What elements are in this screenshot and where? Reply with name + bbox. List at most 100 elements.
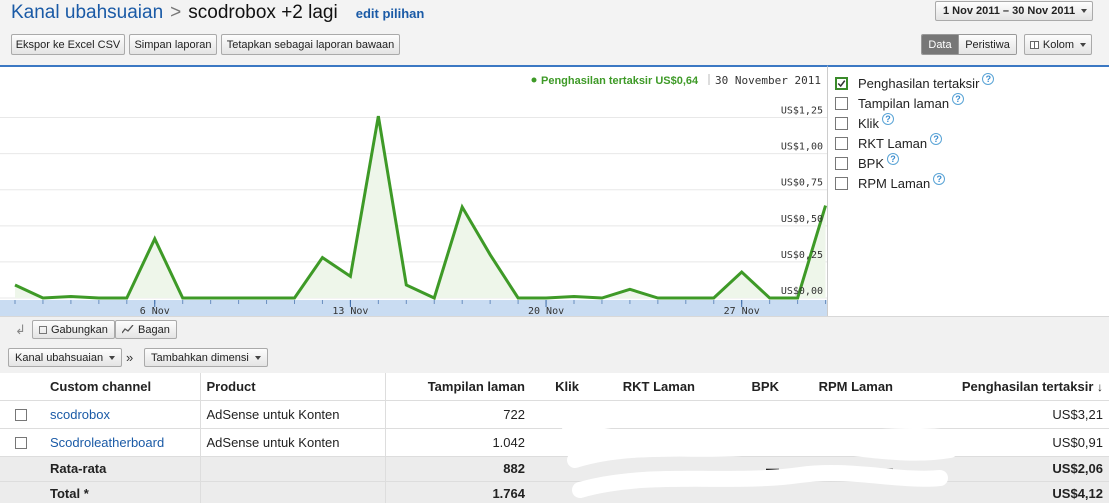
dimension-select-label: Kanal ubahsuaian — [15, 351, 104, 364]
x-tick-label: 27 Nov — [724, 306, 760, 316]
metric-option[interactable]: RPM Laman? — [835, 173, 946, 192]
redaction-scribble — [562, 405, 958, 498]
row-select-cell — [0, 400, 44, 429]
metric-label: RPM Laman — [858, 175, 931, 191]
earnings-chart: Penghasilan tertaksir US$0,64 30 November… — [0, 65, 827, 316]
legend-date: 30 November 2011 — [715, 74, 821, 87]
chart-label: Bagan — [138, 323, 170, 336]
breadcrumb-separator: > — [170, 2, 182, 23]
metric-selector: Penghasilan tertaksir? Tampilan laman? Kli… — [827, 65, 1109, 316]
date-range-label: 1 Nov 2011 – 30 Nov 2011 — [943, 5, 1076, 17]
line-chart: Penghasilan tertaksir US$0,64 30 November… — [0, 74, 827, 316]
sort-descending-icon: ↓ — [1097, 379, 1103, 394]
save-report-button[interactable]: Simpan laporan — [129, 34, 217, 55]
column-header-ctr[interactable]: RKT Laman — [585, 373, 701, 401]
summary-spacer-cell — [0, 481, 44, 503]
pivot-icon[interactable]: ↲ — [15, 322, 29, 337]
checkbox[interactable] — [835, 116, 848, 130]
metric-label: Penghasilan tertaksir — [858, 75, 980, 91]
help-icon[interactable]: ? — [930, 133, 943, 145]
column-header-rpm[interactable]: RPM Laman — [785, 373, 899, 401]
total-page-views: 1.764 — [384, 481, 531, 503]
y-tick-label: US$1,25 — [781, 106, 823, 117]
x-axis-band — [0, 300, 827, 316]
help-icon[interactable]: ? — [952, 93, 965, 105]
column-header-custom-channel[interactable]: Custom channel — [44, 373, 200, 401]
page-title: scodrobox +2 lagi — [188, 2, 338, 23]
y-tick-label: US$0,00 — [781, 286, 823, 297]
metric-option[interactable]: Penghasilan tertaksir? — [835, 73, 995, 92]
checkbox[interactable] — [835, 156, 848, 170]
metric-option[interactable]: RKT Laman? — [835, 133, 943, 152]
channel-link[interactable]: scodrobox — [50, 407, 110, 422]
combine-icon — [39, 325, 47, 334]
x-tick-label: 13 Nov — [332, 306, 368, 316]
legend-marker — [531, 77, 537, 83]
edit-selection-link[interactable]: edit pilihan — [356, 6, 425, 21]
column-header-product[interactable]: Product — [199, 373, 385, 401]
report-header: Kanal ubahsuaian > scodrobox +2 lagi edi… — [0, 0, 1109, 65]
set-default-report-button[interactable]: Tetapkan sebagai laporan bawaan — [221, 34, 400, 55]
metric-option[interactable]: Tampilan laman? — [835, 93, 965, 112]
summary-product-cell — [199, 456, 385, 482]
columns-button[interactable]: Kolom — [1024, 34, 1092, 55]
product-cell: AdSense untuk Konten — [199, 400, 385, 429]
tab-data[interactable]: Data — [922, 35, 958, 54]
columns-label: Kolom — [1042, 38, 1075, 51]
table-header-row: Custom channel Product Tampilan laman Kl… — [0, 373, 1109, 401]
page-views-cell: 722 — [384, 400, 531, 429]
chevron-down-icon — [109, 355, 116, 360]
columns-icon — [1029, 40, 1039, 49]
column-header-estimated-earnings[interactable]: Penghasilan tertaksir ↓ — [899, 373, 1109, 401]
column-header-cpc[interactable]: BPK — [701, 373, 785, 401]
metric-label: Klik — [858, 115, 879, 131]
row-checkbox[interactable] — [15, 437, 27, 450]
row-select-cell — [0, 428, 44, 457]
total-label: Total * — [44, 481, 200, 503]
add-dimension-label: Tambahkan dimensi — [151, 351, 249, 364]
help-icon[interactable]: ? — [982, 73, 995, 85]
legend-label: Penghasilan tertaksir US$0,64 — [541, 75, 699, 87]
channel-link[interactable]: Scodroleatherboard — [50, 435, 164, 450]
checkbox[interactable] — [835, 136, 848, 150]
page-views-cell: 1.042 — [384, 428, 531, 457]
y-tick-label: US$0,50 — [781, 214, 823, 225]
help-icon[interactable]: ? — [933, 173, 946, 185]
chart-button[interactable]: Bagan — [115, 320, 177, 339]
metric-option[interactable]: Klik? — [835, 113, 894, 132]
breadcrumb: Kanal ubahsuaian > scodrobox +2 lagi edi… — [11, 2, 424, 24]
row-checkbox[interactable] — [15, 409, 27, 422]
checkbox-checked[interactable] — [835, 76, 848, 90]
product-cell: AdSense untuk Konten — [199, 428, 385, 457]
chevron-down-icon — [1081, 9, 1088, 13]
summary-spacer-cell — [0, 456, 44, 482]
check-icon — [837, 79, 846, 87]
checkbox[interactable] — [835, 176, 848, 190]
metric-label: RKT Laman — [858, 135, 928, 151]
series-area — [15, 116, 826, 298]
column-header-clicks[interactable]: Klik — [531, 373, 585, 401]
column-header-page-views[interactable]: Tampilan laman — [384, 373, 531, 401]
tab-events[interactable]: Peristiwa — [958, 35, 1016, 54]
dimension-select[interactable]: Kanal ubahsuaian — [8, 348, 123, 367]
add-dimension-select[interactable]: Tambahkan dimensi — [144, 348, 268, 367]
combine-label: Gabungkan — [51, 323, 108, 336]
x-tick-label: 6 Nov — [140, 306, 170, 316]
series-line — [14, 115, 827, 301]
chevron-down-icon — [254, 355, 261, 360]
channel-cell: scodrobox — [44, 400, 200, 429]
chart-icon — [122, 325, 134, 334]
help-icon[interactable]: ? — [881, 113, 894, 125]
combine-button[interactable]: Gabungkan — [32, 320, 115, 339]
help-icon[interactable]: ? — [887, 153, 900, 165]
y-tick-label: US$0,75 — [781, 178, 823, 189]
metric-option[interactable]: BPK? — [835, 153, 900, 172]
checkbox[interactable] — [835, 96, 848, 110]
average-page-views: 882 — [384, 456, 531, 482]
average-label: Rata-rata — [44, 456, 200, 482]
breadcrumb-link-custom-channels[interactable]: Kanal ubahsuaian — [11, 2, 163, 24]
summary-product-cell — [199, 481, 385, 503]
metric-label: BPK — [858, 155, 885, 171]
export-csv-button[interactable]: Ekspor ke Excel CSV — [11, 34, 125, 55]
date-range-picker[interactable]: 1 Nov 2011 – 30 Nov 2011 — [935, 1, 1093, 21]
